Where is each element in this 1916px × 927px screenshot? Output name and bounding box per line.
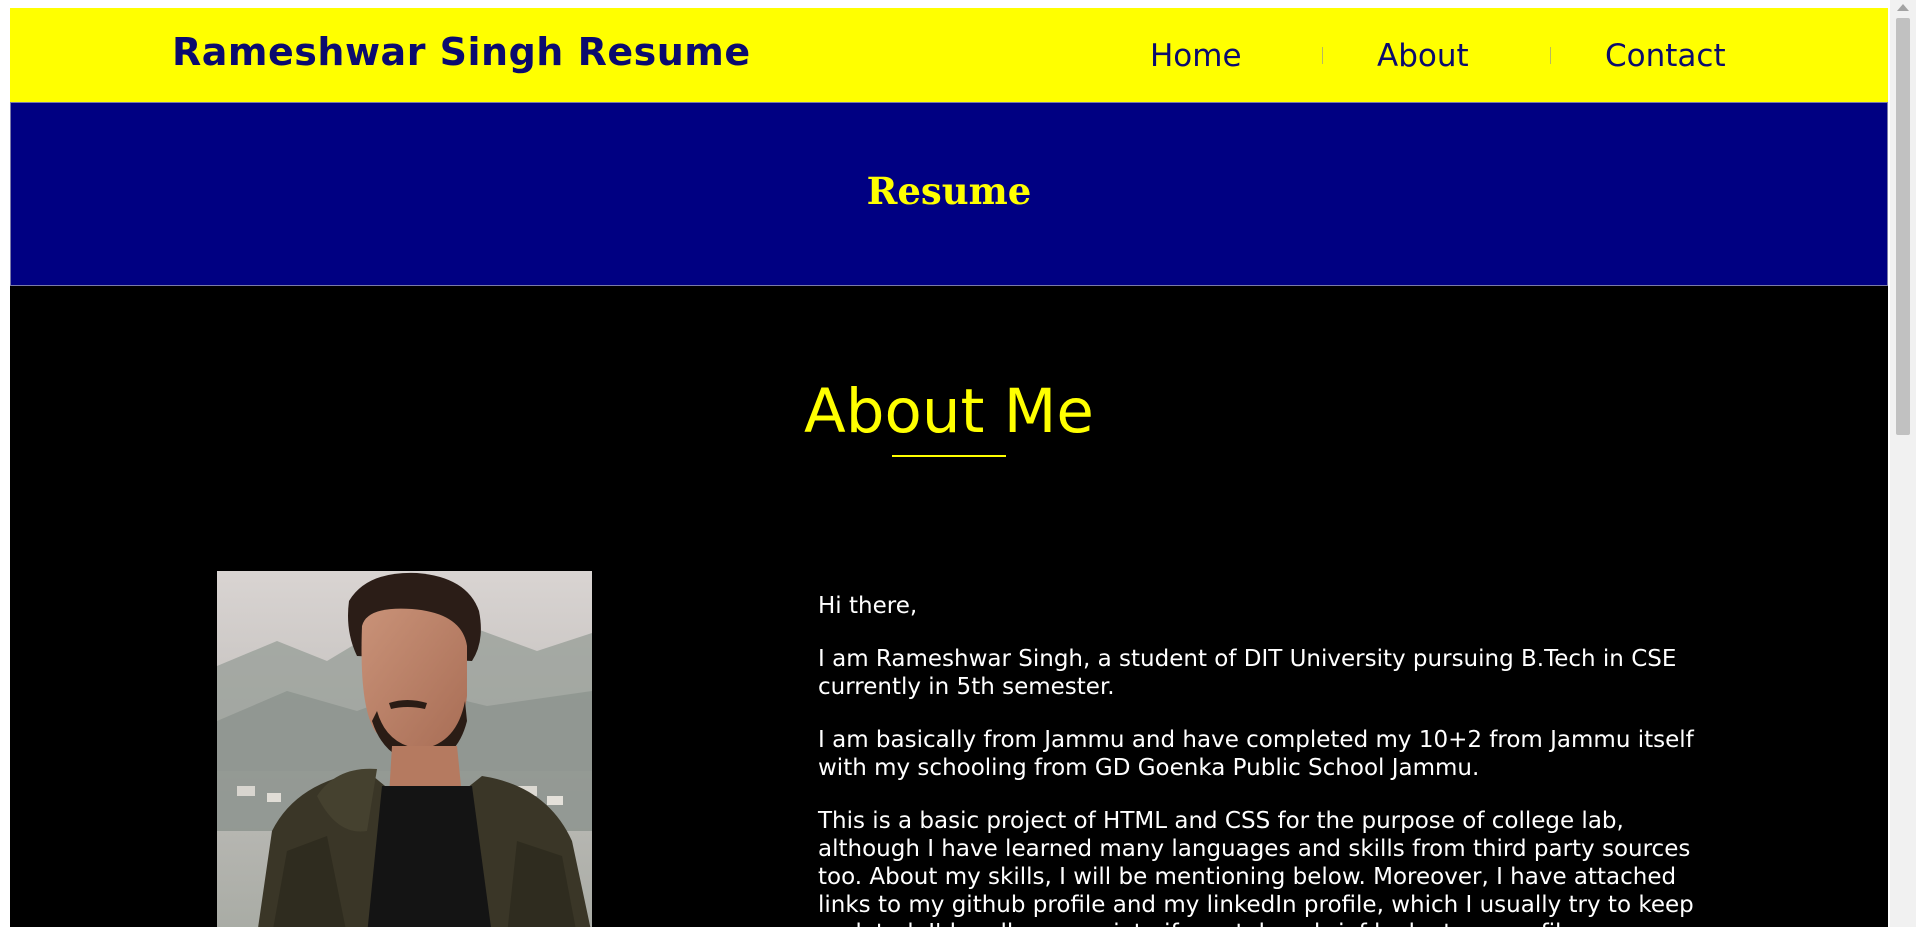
nav-link-contact[interactable]: Contact — [1605, 38, 1726, 74]
nav-separator — [1322, 47, 1323, 64]
nav-link-home[interactable]: Home — [1150, 38, 1242, 74]
resume-banner: Resume — [10, 102, 1888, 286]
nav-link-about[interactable]: About — [1377, 38, 1469, 74]
about-paragraph: This is a basic project of HTML and CSS … — [818, 808, 1694, 927]
profile-photo — [217, 571, 592, 927]
top-navbar: Rameshwar Singh Resume Home About Contac… — [10, 8, 1888, 102]
heading-underline — [892, 455, 1006, 457]
about-text: Hi there, I am Rameshwar Singh, a studen… — [818, 592, 1698, 927]
about-paragraph: I am Rameshwar Singh, a student of DIT U… — [818, 646, 1677, 700]
about-paragraph: Hi there, — [818, 593, 918, 619]
scrollbar-thumb[interactable] — [1896, 18, 1910, 435]
site-brand[interactable]: Rameshwar Singh Resume — [172, 30, 751, 74]
scroll-up-arrow-icon[interactable] — [1897, 4, 1909, 11]
about-heading: About Me — [804, 376, 1094, 447]
banner-title: Resume — [866, 169, 1032, 213]
nav-separator — [1550, 47, 1551, 64]
page-frame: Rameshwar Singh Resume Home About Contac… — [10, 8, 1888, 927]
about-paragraph: I am basically from Jammu and have compl… — [818, 727, 1694, 781]
vertical-scrollbar[interactable] — [1890, 0, 1916, 927]
